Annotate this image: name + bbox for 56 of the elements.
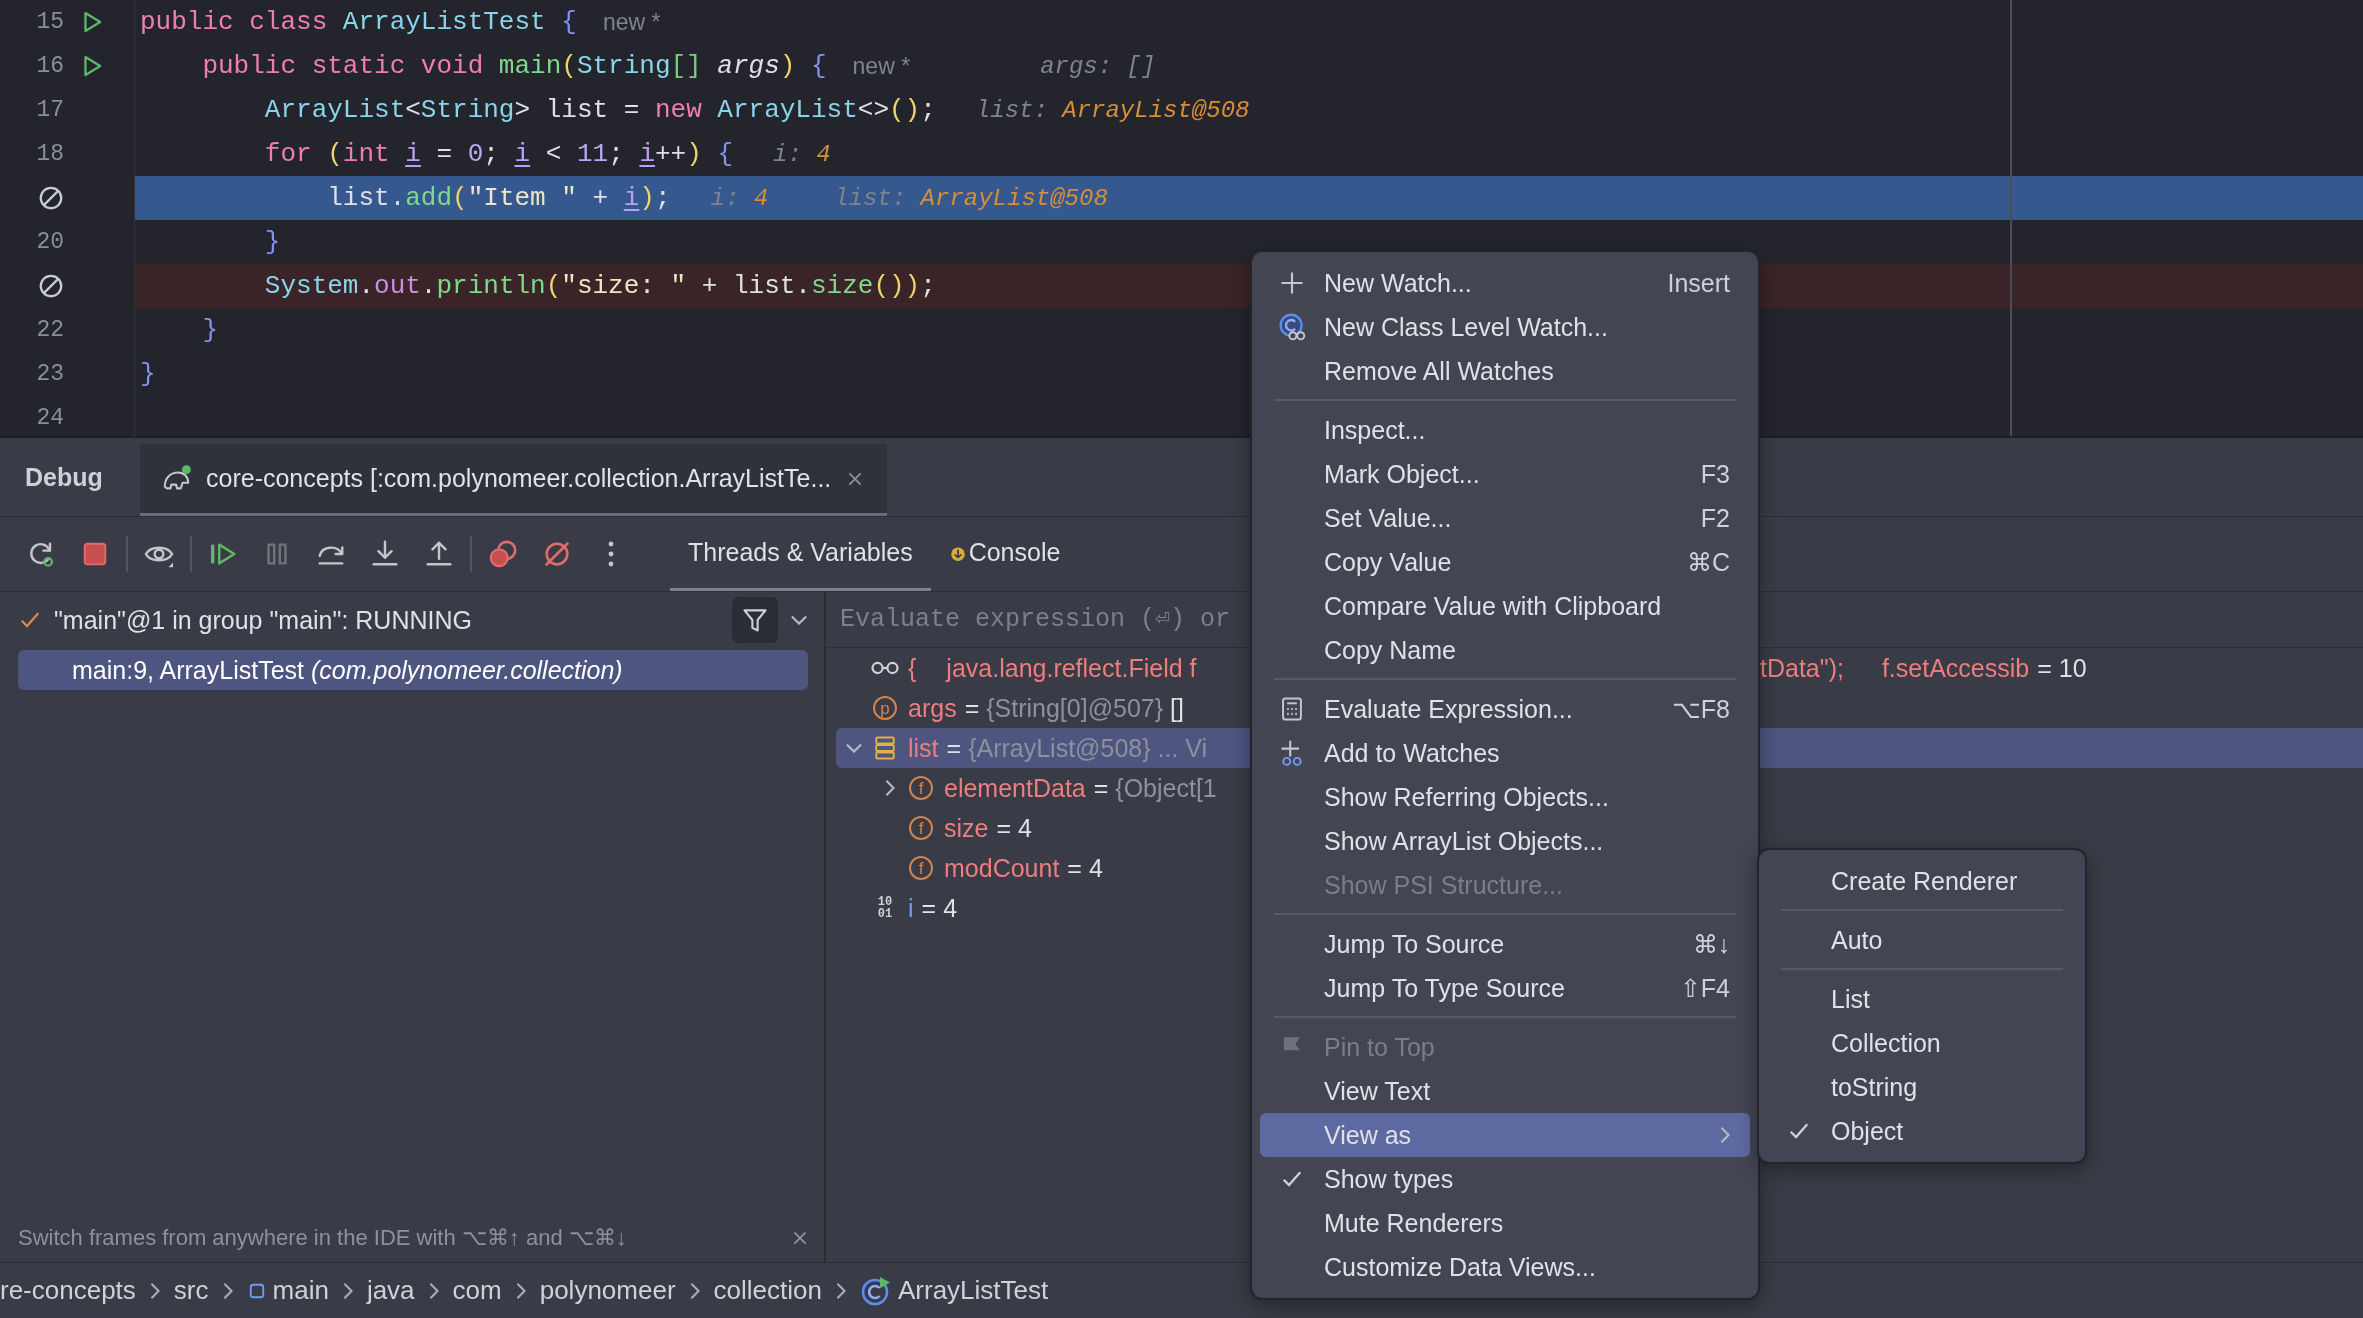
- code-text: for (int i = 0; i < 11; i++) {: [263, 139, 734, 169]
- variable-name: elementData: [944, 773, 1086, 803]
- variable-value: = 4: [996, 813, 1032, 843]
- inline-value: args: []: [1040, 52, 1156, 80]
- variable-value: = 4: [921, 893, 958, 923]
- shortcut-label: ⇧F4: [1679, 973, 1730, 1003]
- variable-badge: p: [873, 696, 897, 720]
- watch-expression: tData");: [1760, 653, 1844, 683]
- variable-name: args: [908, 693, 957, 723]
- code-text: }: [263, 227, 281, 257]
- code-text: public class ArrayListTest {: [140, 7, 577, 37]
- thread-status: "main"@1 in group "main": RUNNING: [54, 605, 472, 635]
- shortcut-label: ⌥F8: [1671, 694, 1730, 724]
- variable-value: = {Object[1: [1093, 773, 1217, 803]
- variable-value: = 10: [2037, 653, 2087, 683]
- hint-text: Switch frames from anywhere in the IDE with ⌥⌘↑ and ⌥⌘↓: [18, 1225, 627, 1251]
- variable-name: size: [944, 813, 989, 843]
- variable-value: = 4: [1067, 853, 1103, 883]
- code-text: public static void main(String[] args) {: [201, 51, 827, 81]
- watch-expression: f.setAccessib: [1881, 653, 2030, 683]
- inline-value: list: ArrayList@508: [834, 184, 1108, 212]
- variable-value: = {String[0]@507} []: [964, 693, 1184, 723]
- variable-value: = {ArrayList@508} ... Vi: [946, 733, 1208, 763]
- variable-name: list: [908, 733, 939, 763]
- code-text: list.add("Item " + i);: [326, 183, 671, 213]
- watch-expression: {: [908, 653, 917, 683]
- line-number: 20: [36, 229, 64, 255]
- line-number: 15: [36, 9, 64, 35]
- line-number: 24: [36, 405, 64, 431]
- line-number: 18: [36, 141, 64, 167]
- code-text: }: [140, 359, 156, 389]
- watch-expression: java.lang.reflect.Field f: [946, 653, 1197, 683]
- inline-value: i: 4: [773, 140, 831, 168]
- inline-value: list: ArrayList@508: [975, 96, 1250, 124]
- variable-badge: f: [909, 776, 933, 800]
- shortcut-label: ⌘C: [1686, 547, 1730, 577]
- line-number: 16: [36, 53, 64, 79]
- variable-name: i: [908, 893, 914, 923]
- shortcut-label: F2: [1700, 503, 1730, 533]
- inline-value: i: 4: [710, 184, 769, 212]
- primitive-type-label: 10 01: [877, 896, 893, 920]
- shortcut-label: F3: [1700, 459, 1730, 489]
- panel-title: Debug: [24, 461, 104, 493]
- line-number: 17: [36, 97, 64, 123]
- author-hint: new *: [602, 8, 661, 36]
- line-number: 22: [36, 317, 64, 343]
- line-number: 23: [36, 361, 64, 387]
- code-text: System.out.println("size: " + list.size());: [263, 271, 936, 301]
- variable-badge: f: [909, 856, 933, 880]
- code-text: ArrayList<String> list = new ArrayList<>();: [263, 95, 936, 125]
- code-text: }: [201, 315, 218, 345]
- variable-badge: f: [909, 816, 933, 840]
- variable-name: modCount: [944, 853, 1060, 883]
- shortcut-label: ⌘↓: [1692, 929, 1730, 959]
- author-hint: new *: [852, 52, 911, 80]
- shortcut-label: Insert: [1667, 268, 1730, 298]
